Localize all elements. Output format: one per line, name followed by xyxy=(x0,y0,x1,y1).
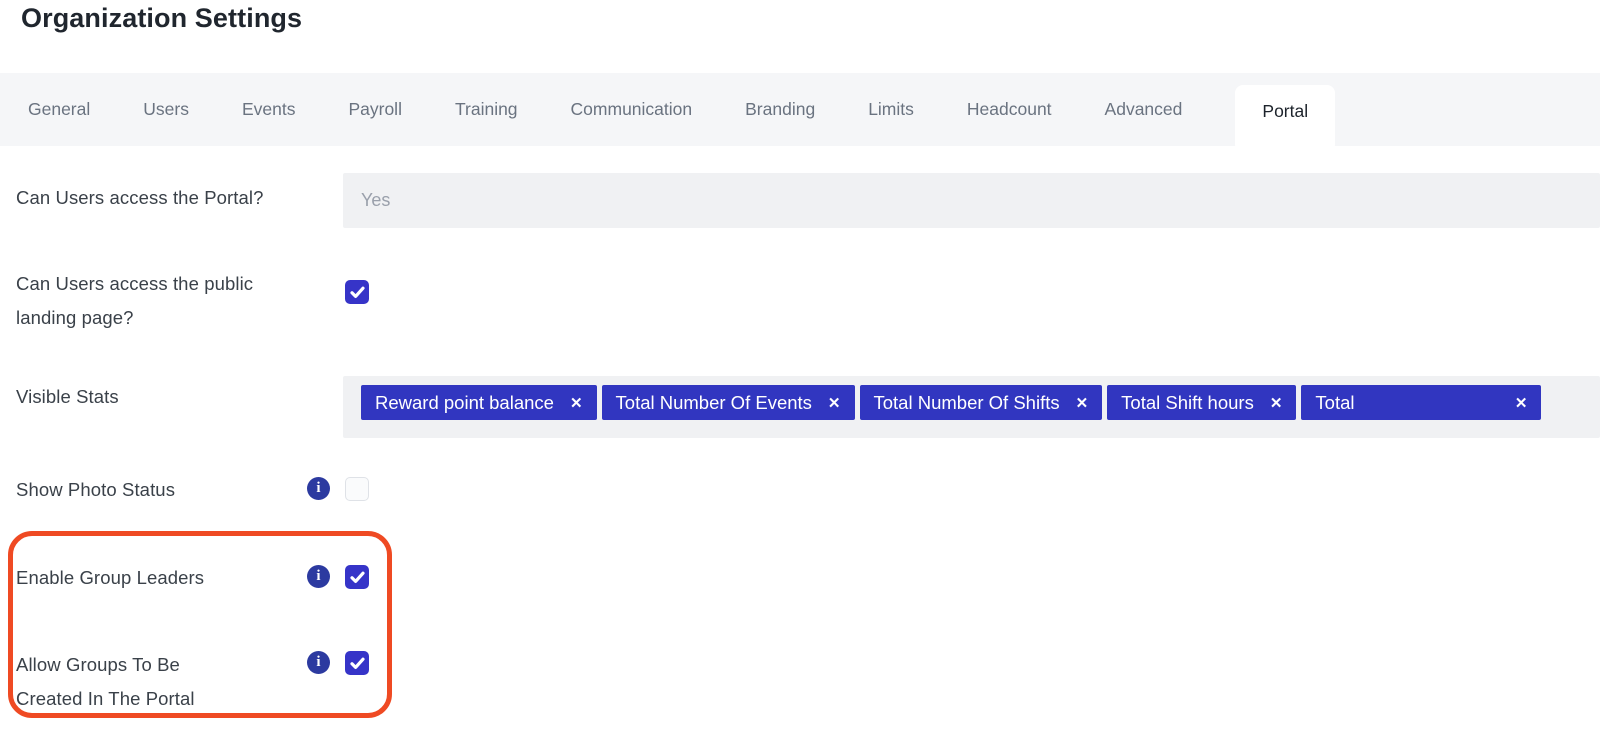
info-icon[interactable]: i xyxy=(307,477,330,500)
stat-tag-label: Total Shift hours xyxy=(1121,391,1254,413)
visible-stats-tags[interactable]: Reward point balance ✕ Total Number Of Eve… xyxy=(343,376,1600,438)
tab-bar: General Users Events Payroll Training Communi… xyxy=(0,73,1600,152)
stat-tag[interactable]: Total ✕ xyxy=(1301,385,1542,420)
info-icon[interactable]: i xyxy=(307,651,330,674)
remove-tag-icon[interactable]: ✕ xyxy=(1270,395,1283,411)
tab-general[interactable]: General xyxy=(28,73,90,146)
portal-access-input[interactable]: Yes xyxy=(343,173,1600,228)
check-icon xyxy=(349,286,365,298)
page-title: Organization Settings xyxy=(21,3,303,33)
tab-advanced[interactable]: Advanced xyxy=(1105,73,1183,146)
enable-group-leaders-checkbox[interactable] xyxy=(345,565,369,589)
stat-tag[interactable]: Total Shift hours ✕ xyxy=(1107,385,1297,420)
enable-group-leaders-label: Enable Group Leaders xyxy=(16,567,205,588)
tab-headcount[interactable]: Headcount xyxy=(967,73,1052,146)
tab-branding[interactable]: Branding xyxy=(745,73,815,146)
organization-settings-page: Organization Settings General Users Events… xyxy=(0,0,1600,741)
show-photo-status-label: Show Photo Status xyxy=(16,479,176,500)
info-icon[interactable]: i xyxy=(307,565,330,588)
check-icon xyxy=(349,657,365,669)
stat-tag-label: Reward point balance xyxy=(375,391,554,413)
tab-communication[interactable]: Communication xyxy=(571,73,693,146)
stat-tag-label: Total Number Of Shifts xyxy=(873,391,1060,413)
visible-stats-label: Visible Stats xyxy=(16,386,119,407)
stat-tag-label: Total Number Of Events xyxy=(615,391,812,413)
allow-groups-label: Allow Groups To Be Created In The Portal xyxy=(16,654,195,709)
show-photo-status-checkbox[interactable] xyxy=(345,477,369,501)
portal-access-label: Can Users access the Portal? xyxy=(16,187,264,208)
stat-tag[interactable]: Total Number Of Events ✕ xyxy=(601,385,855,420)
check-icon xyxy=(349,571,365,583)
tab-payroll[interactable]: Payroll xyxy=(348,73,402,146)
tab-users[interactable]: Users xyxy=(143,73,189,146)
remove-tag-icon[interactable]: ✕ xyxy=(1515,395,1528,411)
stat-tag[interactable]: Reward point balance ✕ xyxy=(361,385,597,420)
remove-tag-icon[interactable]: ✕ xyxy=(828,395,841,411)
stat-tag[interactable]: Total Number Of Shifts ✕ xyxy=(859,385,1103,420)
portal-access-value: Yes xyxy=(361,190,391,210)
stat-tag-label: Total xyxy=(1315,391,1355,413)
tab-portal[interactable]: Portal xyxy=(1235,85,1336,152)
tab-events[interactable]: Events xyxy=(242,73,296,146)
allow-groups-checkbox[interactable] xyxy=(345,651,369,675)
landing-page-label: Can Users access the public landing page… xyxy=(16,273,254,328)
landing-page-checkbox[interactable] xyxy=(345,280,369,304)
remove-tag-icon[interactable]: ✕ xyxy=(570,395,583,411)
remove-tag-icon[interactable]: ✕ xyxy=(1076,395,1089,411)
tab-limits[interactable]: Limits xyxy=(868,73,914,146)
tab-training[interactable]: Training xyxy=(455,73,518,146)
